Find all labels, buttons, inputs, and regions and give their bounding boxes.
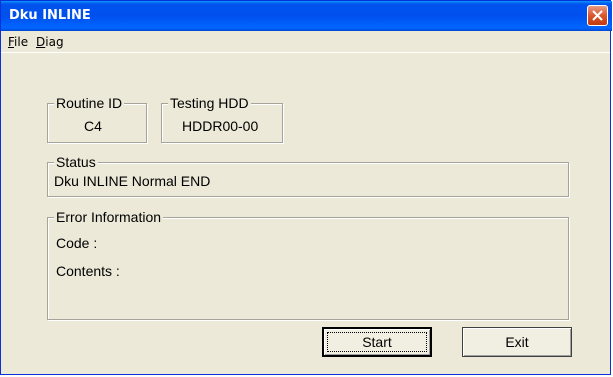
menu-file-label: ile <box>14 35 29 49</box>
menu-diag[interactable]: Diag <box>36 35 64 49</box>
error-contents-label: Contents : <box>56 263 120 279</box>
window-title: Dku INLINE <box>9 8 91 23</box>
error-information-label: Error Information <box>54 209 164 225</box>
routine-id-label: Routine ID <box>54 95 125 111</box>
close-button[interactable] <box>587 5 608 26</box>
dialog-body: Routine ID C4 Testing HDD HDDR00-00 Stat… <box>1 56 610 374</box>
routine-id-group: Routine ID C4 <box>47 95 147 143</box>
title-bar[interactable]: Dku INLINE <box>1 1 612 31</box>
status-value: Dku INLINE Normal END <box>54 173 211 189</box>
menu-diag-label: iag <box>45 35 64 49</box>
routine-id-value: C4 <box>84 118 102 134</box>
close-icon <box>592 10 603 21</box>
testing-hdd-label: Testing HDD <box>168 95 251 111</box>
status-group: Status Dku INLINE Normal END <box>47 154 569 197</box>
error-information-group: Error Information Code : Contents : <box>47 209 569 320</box>
exit-button[interactable]: Exit <box>462 327 572 357</box>
menu-bar: File Diag <box>1 31 610 53</box>
testing-hdd-value: HDDR00-00 <box>182 118 259 134</box>
menu-file[interactable]: File <box>8 35 28 49</box>
menu-diag-mnemonic: D <box>36 35 46 49</box>
error-code-label: Code : <box>56 235 98 251</box>
testing-hdd-group: Testing HDD HDDR00-00 <box>161 95 283 143</box>
status-label: Status <box>54 154 98 170</box>
dialog-window: Dku INLINE File Diag Routine ID C4 Testi… <box>0 0 612 375</box>
start-button[interactable]: Start <box>322 327 432 357</box>
